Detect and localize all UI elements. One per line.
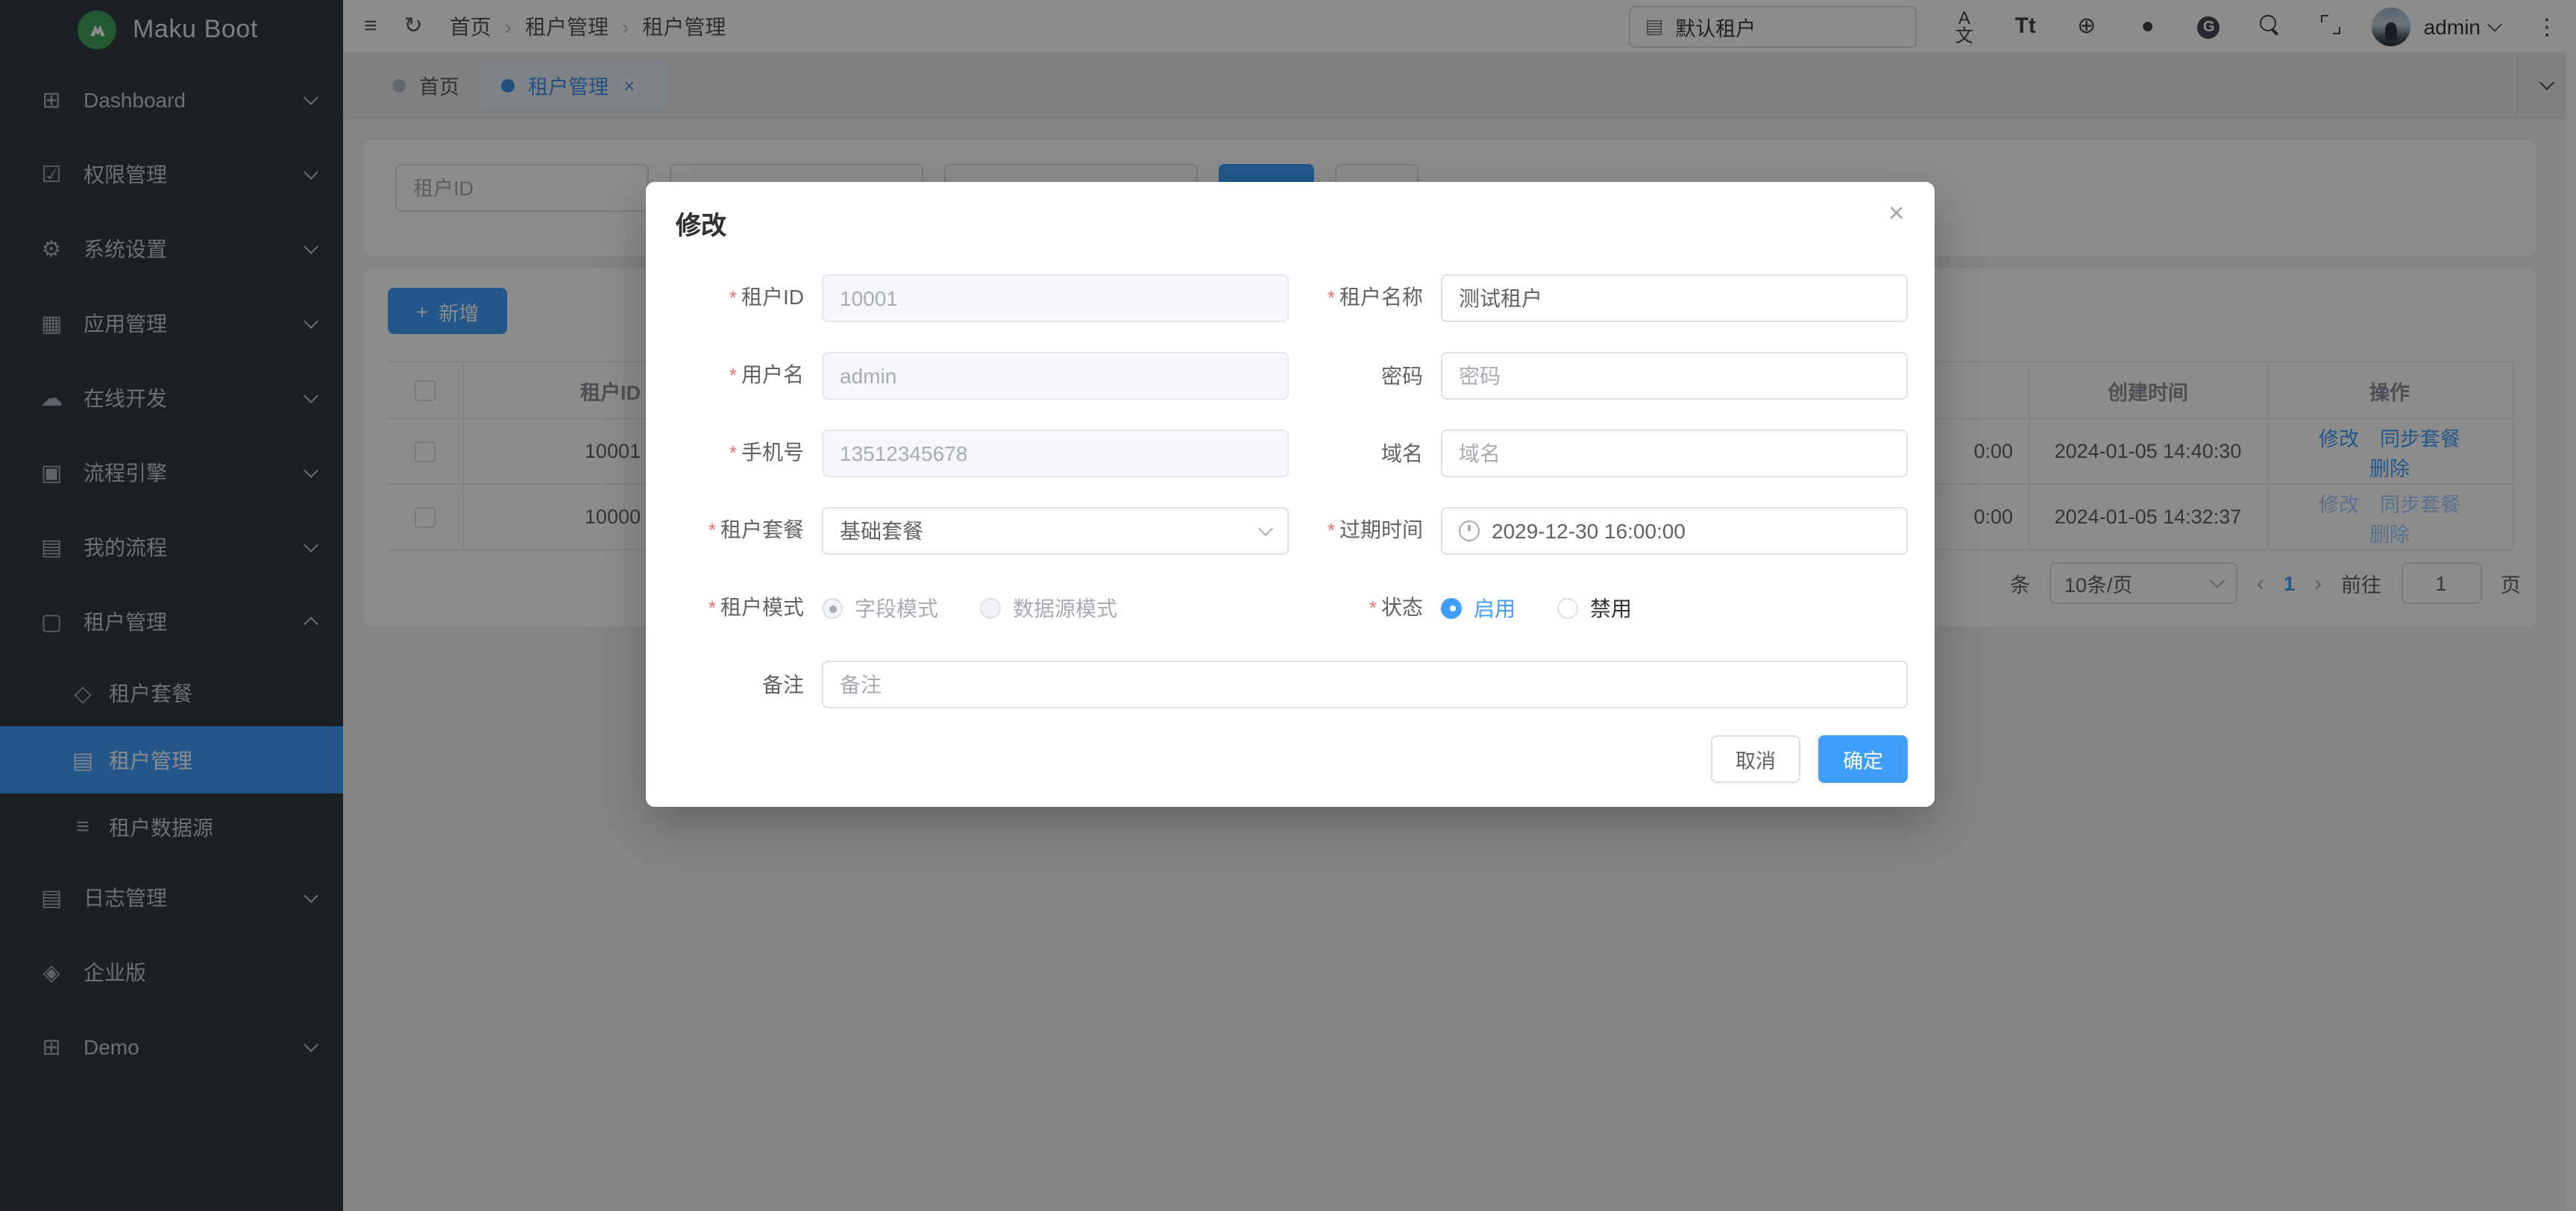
required-mark: * [729,286,737,309]
form-row: *租户ID *租户名称 [661,273,1908,322]
mobile-field[interactable] [822,429,1289,476]
required-mark: * [1328,519,1335,541]
form-row: 备注 [661,661,1908,708]
dialog-title: 修改 [676,212,726,240]
required-mark: * [729,364,737,386]
required-mark: * [1369,597,1377,619]
remark-label: 备注 [762,673,804,696]
cancel-button[interactable]: 取消 [1711,735,1800,783]
remark-field[interactable] [822,661,1908,708]
chevron-down-icon [1258,520,1273,535]
tenant-id-field[interactable] [822,274,1289,321]
package-select[interactable]: 基础套餐 [822,506,1289,554]
status-disabled-radio[interactable]: 禁用 [1557,593,1632,623]
mode-datasource-radio[interactable]: 数据源模式 [980,593,1117,623]
mode-label: 租户模式 [720,595,804,619]
username-field[interactable] [822,351,1289,399]
app-stage: Maku Boot ⊞ Dashboard ☑ 权限管理 ⚙ 系统设置 ▦ 应用… [0,0,2576,1211]
required-mark: * [709,597,716,619]
dialog-form: *租户ID *租户名称 *用户名 密码 *手机号 域名 *租户套餐 [646,242,1935,708]
required-mark: * [709,519,716,541]
dialog-header: 修改 × [646,182,1935,242]
expire-value: 2029-12-30 16:00:00 [1492,518,1686,542]
radio-icon [1441,597,1462,618]
password-field[interactable] [1441,351,1908,399]
status-enabled-radio[interactable]: 启用 [1441,593,1515,623]
domain-label: 域名 [1381,441,1423,465]
tenant-name-field[interactable] [1441,274,1908,321]
radio-icon [980,597,1001,618]
expire-datetime-picker[interactable]: 2029-12-30 16:00:00 [1441,506,1908,554]
form-row: *手机号 域名 [661,428,1908,477]
dialog-footer: 取消 确定 [1711,735,1908,783]
required-mark: * [729,441,737,464]
required-mark: * [1328,286,1335,309]
expire-label: 过期时间 [1339,518,1423,541]
mobile-label: 手机号 [741,440,804,464]
radio-icon [1557,597,1578,618]
domain-field[interactable] [1441,429,1908,476]
tenant-id-label: 租户ID [741,285,804,309]
form-row: *租户模式 字段模式 数据源模式 *状态 启用 禁用 [661,583,1908,632]
form-row: *租户套餐 基础套餐 *过期时间 2029-12-30 16:00:00 [661,506,1908,555]
radio-icon [822,597,843,618]
clock-icon [1459,520,1480,541]
form-row: *用户名 密码 [661,350,1908,400]
mode-radio-group: 字段模式 数据源模式 [822,593,1289,623]
package-label: 租户套餐 [720,518,804,541]
confirm-button[interactable]: 确定 [1818,735,1908,783]
status-label: 状态 [1381,595,1423,619]
status-radio-group: 启用 禁用 [1441,593,1674,623]
mode-field-radio[interactable]: 字段模式 [822,593,938,623]
tenant-name-label: 租户名称 [1339,285,1423,309]
package-select-value: 基础套餐 [840,515,923,545]
password-label: 密码 [1381,363,1423,387]
close-dialog-icon[interactable]: × [1888,200,1905,228]
username-label: 用户名 [741,362,804,386]
edit-tenant-dialog: 修改 × *租户ID *租户名称 *用户名 密码 *手机号 域名 [646,182,1935,807]
